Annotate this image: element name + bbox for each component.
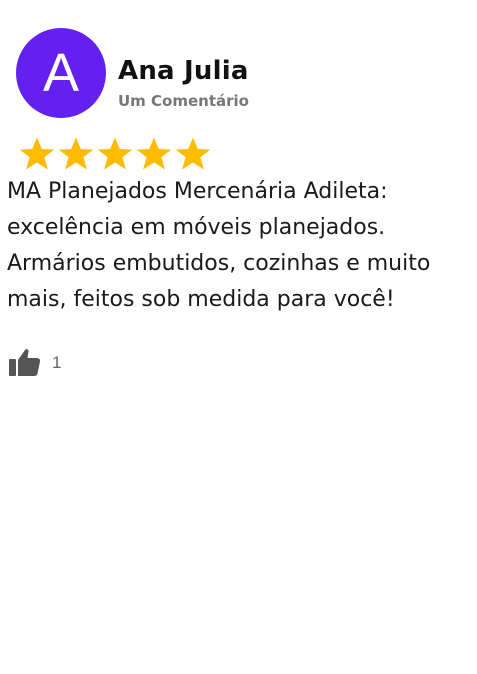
review-card: A Ana Julia Um Comentário MA Planejados … [0,0,477,674]
like-count: 1 [52,353,62,372]
thumbs-up-icon[interactable] [8,346,42,378]
star-icon [19,137,55,170]
like-section[interactable]: 1 [8,346,61,378]
author-name[interactable]: Ana Julia [118,56,249,86]
star-icon [97,137,133,170]
star-icon [175,137,211,170]
star-icon [136,137,172,170]
review-text: MA Planejados Mercenária Adileta: excelê… [7,179,431,312]
star-rating [18,136,212,172]
author-comment-count: Um Comentário [118,92,249,110]
star-icon [58,137,94,170]
avatar[interactable]: A [16,28,106,118]
